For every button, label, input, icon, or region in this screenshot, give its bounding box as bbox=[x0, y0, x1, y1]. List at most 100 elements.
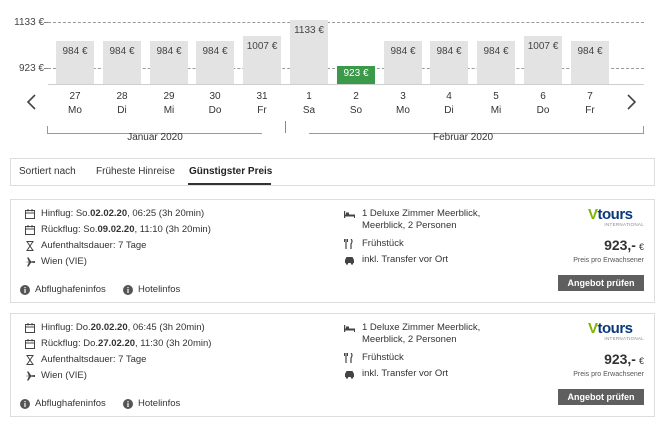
room-description: 1 Deluxe Zimmer Meerblick, Meerblick, 2 … bbox=[362, 322, 481, 345]
date-number: 29 bbox=[163, 91, 175, 102]
outbound-date: 20.02.20 bbox=[90, 322, 128, 333]
sort-label: Sortiert nach bbox=[19, 166, 76, 177]
date-cell-5[interactable]: 5 Mi bbox=[477, 90, 515, 118]
sort-option-cheapest[interactable]: Günstigster Preis bbox=[189, 166, 272, 177]
date-cell-31[interactable]: 31 Fr bbox=[243, 90, 281, 118]
brand-tagline: INTERNATIONAL bbox=[604, 222, 644, 227]
airport-info-link[interactable]: Abflughafeninfos bbox=[20, 398, 106, 409]
hotel-info-link[interactable]: Hotelinfos bbox=[123, 284, 180, 295]
calendar-icon bbox=[24, 338, 36, 349]
price-bar-6[interactable]: 1007 € bbox=[524, 36, 562, 84]
price-bar-label: 984 € bbox=[436, 46, 462, 57]
date-cell-27[interactable]: 27 Mo bbox=[56, 90, 94, 118]
offer-price: 923,- € bbox=[604, 237, 644, 253]
return-prefix: Rückflug: So. bbox=[41, 224, 98, 235]
date-number: 31 bbox=[256, 91, 268, 102]
date-cell-7[interactable]: 7 Fr bbox=[571, 90, 609, 118]
return-date: 27.02.20 bbox=[98, 338, 136, 349]
sort-bar: Sortiert nach Früheste Hinreise Günstigs… bbox=[10, 158, 655, 186]
price-bar-30[interactable]: 984 € bbox=[196, 41, 234, 84]
month-separator bbox=[285, 121, 286, 133]
price-amount: 923,- bbox=[604, 237, 636, 253]
info-icon bbox=[123, 398, 133, 409]
check-offer-button[interactable]: Angebot prüfen bbox=[558, 389, 644, 405]
date-cell-1[interactable]: 1 Sa bbox=[290, 90, 328, 118]
tour-operator-logo: Vtours INTERNATIONAL bbox=[588, 206, 644, 230]
price-bar-3[interactable]: 984 € bbox=[384, 41, 422, 84]
date-number: 2 bbox=[353, 91, 359, 102]
transfer-row: inkl. Transfer vor Ort bbox=[344, 368, 504, 380]
airplane-icon bbox=[24, 256, 36, 267]
info-icon bbox=[20, 398, 30, 409]
date-number: 6 bbox=[540, 91, 546, 102]
outbound-details: , 06:25 (3h 20min) bbox=[127, 208, 205, 219]
date-weekday: Mo bbox=[68, 105, 82, 116]
date-cell-29[interactable]: 29 Mi bbox=[150, 90, 188, 118]
chevron-right-icon bbox=[627, 94, 637, 110]
date-cell-2[interactable]: 2 So bbox=[337, 90, 375, 118]
date-cell-4[interactable]: 4 Di bbox=[430, 90, 468, 118]
date-cell-3[interactable]: 3 Mo bbox=[384, 90, 422, 118]
room-row: 1 Deluxe Zimmer Meerblick, Meerblick, 2 … bbox=[344, 208, 504, 232]
price-note: Preis pro Erwachsener bbox=[573, 371, 644, 378]
outbound-flight-row: Hinflug: Do. 20.02.20, 06:45 (3h 20min) bbox=[24, 322, 205, 333]
check-offer-button[interactable]: Angebot prüfen bbox=[558, 275, 644, 291]
price-bar-7[interactable]: 984 € bbox=[571, 41, 609, 84]
airport-info-link[interactable]: Abflughafeninfos bbox=[20, 284, 106, 295]
departure-airport-row: Wien (VIE) bbox=[24, 256, 87, 267]
offer-price: 923,- € bbox=[604, 351, 644, 367]
price-bar-label: 984 € bbox=[483, 46, 509, 57]
price-bar-27[interactable]: 984 € bbox=[56, 41, 94, 84]
info-icon bbox=[123, 284, 133, 295]
calendar-icon bbox=[24, 224, 36, 235]
sort-option-earliest[interactable]: Früheste Hinreise bbox=[96, 166, 175, 177]
price-bar-label: 984 € bbox=[577, 46, 603, 57]
brand-name: tours bbox=[597, 320, 634, 337]
stay-duration: Aufenthaltsdauer: 7 Tage bbox=[41, 354, 147, 365]
price-bar-28[interactable]: 984 € bbox=[103, 41, 141, 84]
month-label-february: Februar 2020 bbox=[432, 132, 494, 143]
date-cell-6[interactable]: 6 Do bbox=[524, 90, 562, 118]
price-bar-label: 923 € bbox=[343, 68, 369, 79]
chevron-left-icon bbox=[26, 94, 36, 110]
hotel-info-link[interactable]: Hotelinfos bbox=[123, 398, 180, 409]
departure-airport: Wien (VIE) bbox=[41, 370, 87, 381]
outbound-prefix: Hinflug: So. bbox=[41, 208, 91, 219]
axis-label-low: 923 € bbox=[18, 63, 44, 74]
date-number: 4 bbox=[446, 91, 452, 102]
car-icon bbox=[344, 368, 356, 379]
stay-duration-row: Aufenthaltsdauer: 7 Tage bbox=[24, 354, 146, 365]
return-flight-row: Rückflug: Do. 27.02.20, 11:30 (3h 20min) bbox=[24, 338, 211, 349]
prev-dates-arrow[interactable] bbox=[24, 92, 40, 112]
brand-mark: V bbox=[588, 320, 598, 337]
price-bar-label: 1007 € bbox=[246, 41, 278, 52]
price-bar-2[interactable]: 923 € bbox=[337, 66, 375, 84]
bed-icon bbox=[344, 208, 356, 219]
price-bar-label: 984 € bbox=[62, 46, 88, 57]
hourglass-icon bbox=[24, 354, 36, 365]
date-weekday: Fr bbox=[585, 105, 595, 116]
price-bar-4[interactable]: 984 € bbox=[430, 41, 468, 84]
date-weekday: Mi bbox=[163, 105, 175, 116]
next-dates-arrow[interactable] bbox=[623, 92, 639, 112]
calendar-icon bbox=[24, 322, 36, 333]
price-bar-label: 984 € bbox=[390, 46, 416, 57]
cutlery-icon bbox=[344, 352, 356, 363]
room-description: 1 Deluxe Zimmer Meerblick, Meerblick, 2 … bbox=[362, 208, 481, 231]
board-type: Frühstück bbox=[362, 238, 404, 249]
tour-operator-logo: Vtours INTERNATIONAL bbox=[588, 320, 644, 344]
price-currency: € bbox=[638, 242, 644, 252]
departure-airport: Wien (VIE) bbox=[41, 256, 87, 267]
outbound-flight-row: Hinflug: So. 02.02.20, 06:25 (3h 20min) bbox=[24, 208, 204, 219]
date-cell-30[interactable]: 30 Do bbox=[196, 90, 234, 118]
price-bar-5[interactable]: 984 € bbox=[477, 41, 515, 84]
price-bar-label: 984 € bbox=[109, 46, 135, 57]
return-flight-row: Rückflug: So. 09.02.20, 11:10 (3h 20min) bbox=[24, 224, 211, 235]
price-bar-29[interactable]: 984 € bbox=[150, 41, 188, 84]
room-row: 1 Deluxe Zimmer Meerblick, Meerblick, 2 … bbox=[344, 322, 504, 346]
price-bar-31[interactable]: 1007 € bbox=[243, 36, 281, 84]
date-cell-28[interactable]: 28 Di bbox=[103, 90, 141, 118]
price-bar-1[interactable]: 1133 € bbox=[290, 20, 328, 84]
price-note: Preis pro Erwachsener bbox=[573, 257, 644, 264]
offer-card-2: Hinflug: Do. 20.02.20, 06:45 (3h 20min) … bbox=[10, 313, 655, 417]
